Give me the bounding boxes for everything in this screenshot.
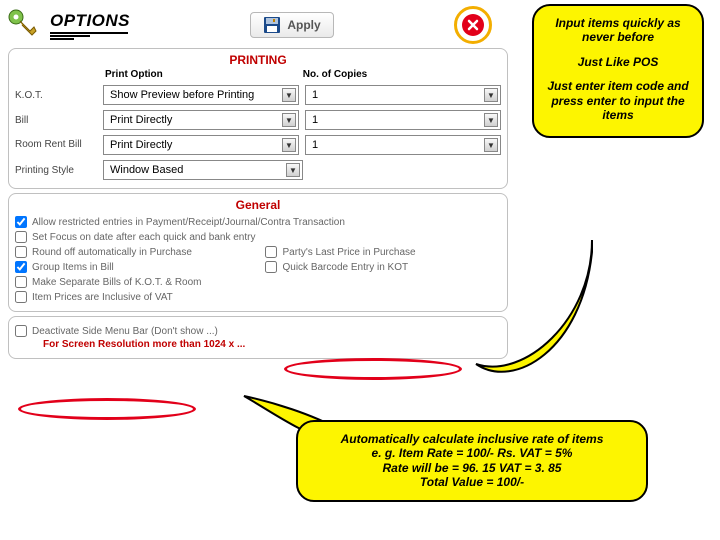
apply-label: Apply	[287, 18, 320, 32]
screen-res-note: For Screen Resolution more than 1024 x .…	[43, 339, 501, 350]
row-label: Room Rent Bill	[15, 140, 97, 151]
chevron-down-icon: ▼	[282, 88, 296, 102]
printing-style-select[interactable]: Window Based ▼	[103, 160, 303, 180]
printing-title: PRINTING	[15, 53, 501, 67]
close-button[interactable]	[454, 6, 492, 44]
row-label: K.O.T.	[15, 90, 97, 101]
callout-line: Automatically calculate inclusive rate o…	[306, 432, 638, 446]
general-panel: General Allow restricted entries in Paym…	[8, 193, 508, 312]
options-title-block: OPTIONS	[50, 11, 130, 40]
topbar: OPTIONS Apply	[0, 0, 500, 44]
chk-group-bill[interactable]: Group Items in Bill	[15, 261, 255, 273]
options-title: OPTIONS	[50, 11, 130, 31]
kot-print-option-select[interactable]: Show Preview before Printing ▼	[103, 85, 299, 105]
chk-quick-barcode[interactable]: Quick Barcode Entry in KOT	[265, 261, 501, 273]
key-icon	[8, 9, 40, 42]
row-label: Printing Style	[15, 165, 97, 176]
close-icon	[462, 14, 484, 36]
highlight-quick-barcode	[284, 358, 462, 380]
misc-panel: Deactivate Side Menu Bar (Don't show ...…	[8, 316, 508, 359]
highlight-prices-inclusive	[18, 398, 196, 420]
bill-print-option-select[interactable]: Print Directly ▼	[103, 110, 299, 130]
callout-line: Total Value = 100/-	[306, 475, 638, 489]
chk-prices-inclusive[interactable]: Item Prices are Inclusive of VAT	[15, 291, 501, 303]
callout-bottom: Automatically calculate inclusive rate o…	[296, 420, 648, 502]
chevron-down-icon: ▼	[484, 113, 498, 127]
print-row-kot: K.O.T. Show Preview before Printing ▼ 1 …	[15, 85, 501, 105]
chevron-down-icon: ▼	[484, 88, 498, 102]
row-label: Bill	[15, 115, 97, 126]
chevron-down-icon: ▼	[484, 138, 498, 152]
chk-make-separate[interactable]: Make Separate Bills of K.O.T. & Room	[15, 276, 501, 288]
chevron-down-icon: ▼	[282, 113, 296, 127]
print-row-bill: Bill Print Directly ▼ 1 ▼	[15, 110, 501, 130]
chk-allow-restricted[interactable]: Allow restricted entries in Payment/Rece…	[15, 216, 501, 228]
bill-copies-select[interactable]: 1 ▼	[305, 110, 501, 130]
chk-round-off[interactable]: Round off automatically in Purchase	[15, 246, 255, 258]
chevron-down-icon: ▼	[286, 163, 300, 177]
callout-line: Rate will be = 96. 15 VAT = 3. 85	[306, 461, 638, 475]
general-title: General	[15, 198, 501, 212]
col-print-option: Print Option	[105, 69, 163, 80]
room-print-option-select[interactable]: Print Directly ▼	[103, 135, 299, 155]
callout-line: e. g. Item Rate = 100/- Rs. VAT = 5%	[306, 446, 638, 460]
chk-party-last[interactable]: Party's Last Price in Purchase	[265, 246, 501, 258]
printing-panel: PRINTING Print Option No. of Copies K.O.…	[8, 48, 508, 189]
chk-set-focus[interactable]: Set Focus on date after each quick and b…	[15, 231, 255, 243]
apply-button[interactable]: Apply	[250, 12, 333, 38]
col-copies: No. of Copies	[303, 69, 367, 80]
kot-copies-select[interactable]: 1 ▼	[305, 85, 501, 105]
chk-deactivate-sidebar[interactable]: Deactivate Side Menu Bar (Don't show ...…	[15, 325, 501, 337]
callout-line: Just enter item code and press enter to …	[542, 79, 694, 122]
callout-line: Just Like POS	[542, 55, 694, 69]
chevron-down-icon: ▼	[282, 138, 296, 152]
callout-top: Input items quickly as never before Just…	[532, 4, 704, 138]
print-row-room: Room Rent Bill Print Directly ▼ 1 ▼	[15, 135, 501, 155]
callout-line: Input items quickly as never before	[542, 16, 694, 45]
print-row-style: Printing Style Window Based ▼	[15, 160, 501, 180]
printing-column-headers: Print Option No. of Copies	[15, 69, 501, 80]
floppy-icon	[263, 16, 281, 34]
room-copies-select[interactable]: 1 ▼	[305, 135, 501, 155]
